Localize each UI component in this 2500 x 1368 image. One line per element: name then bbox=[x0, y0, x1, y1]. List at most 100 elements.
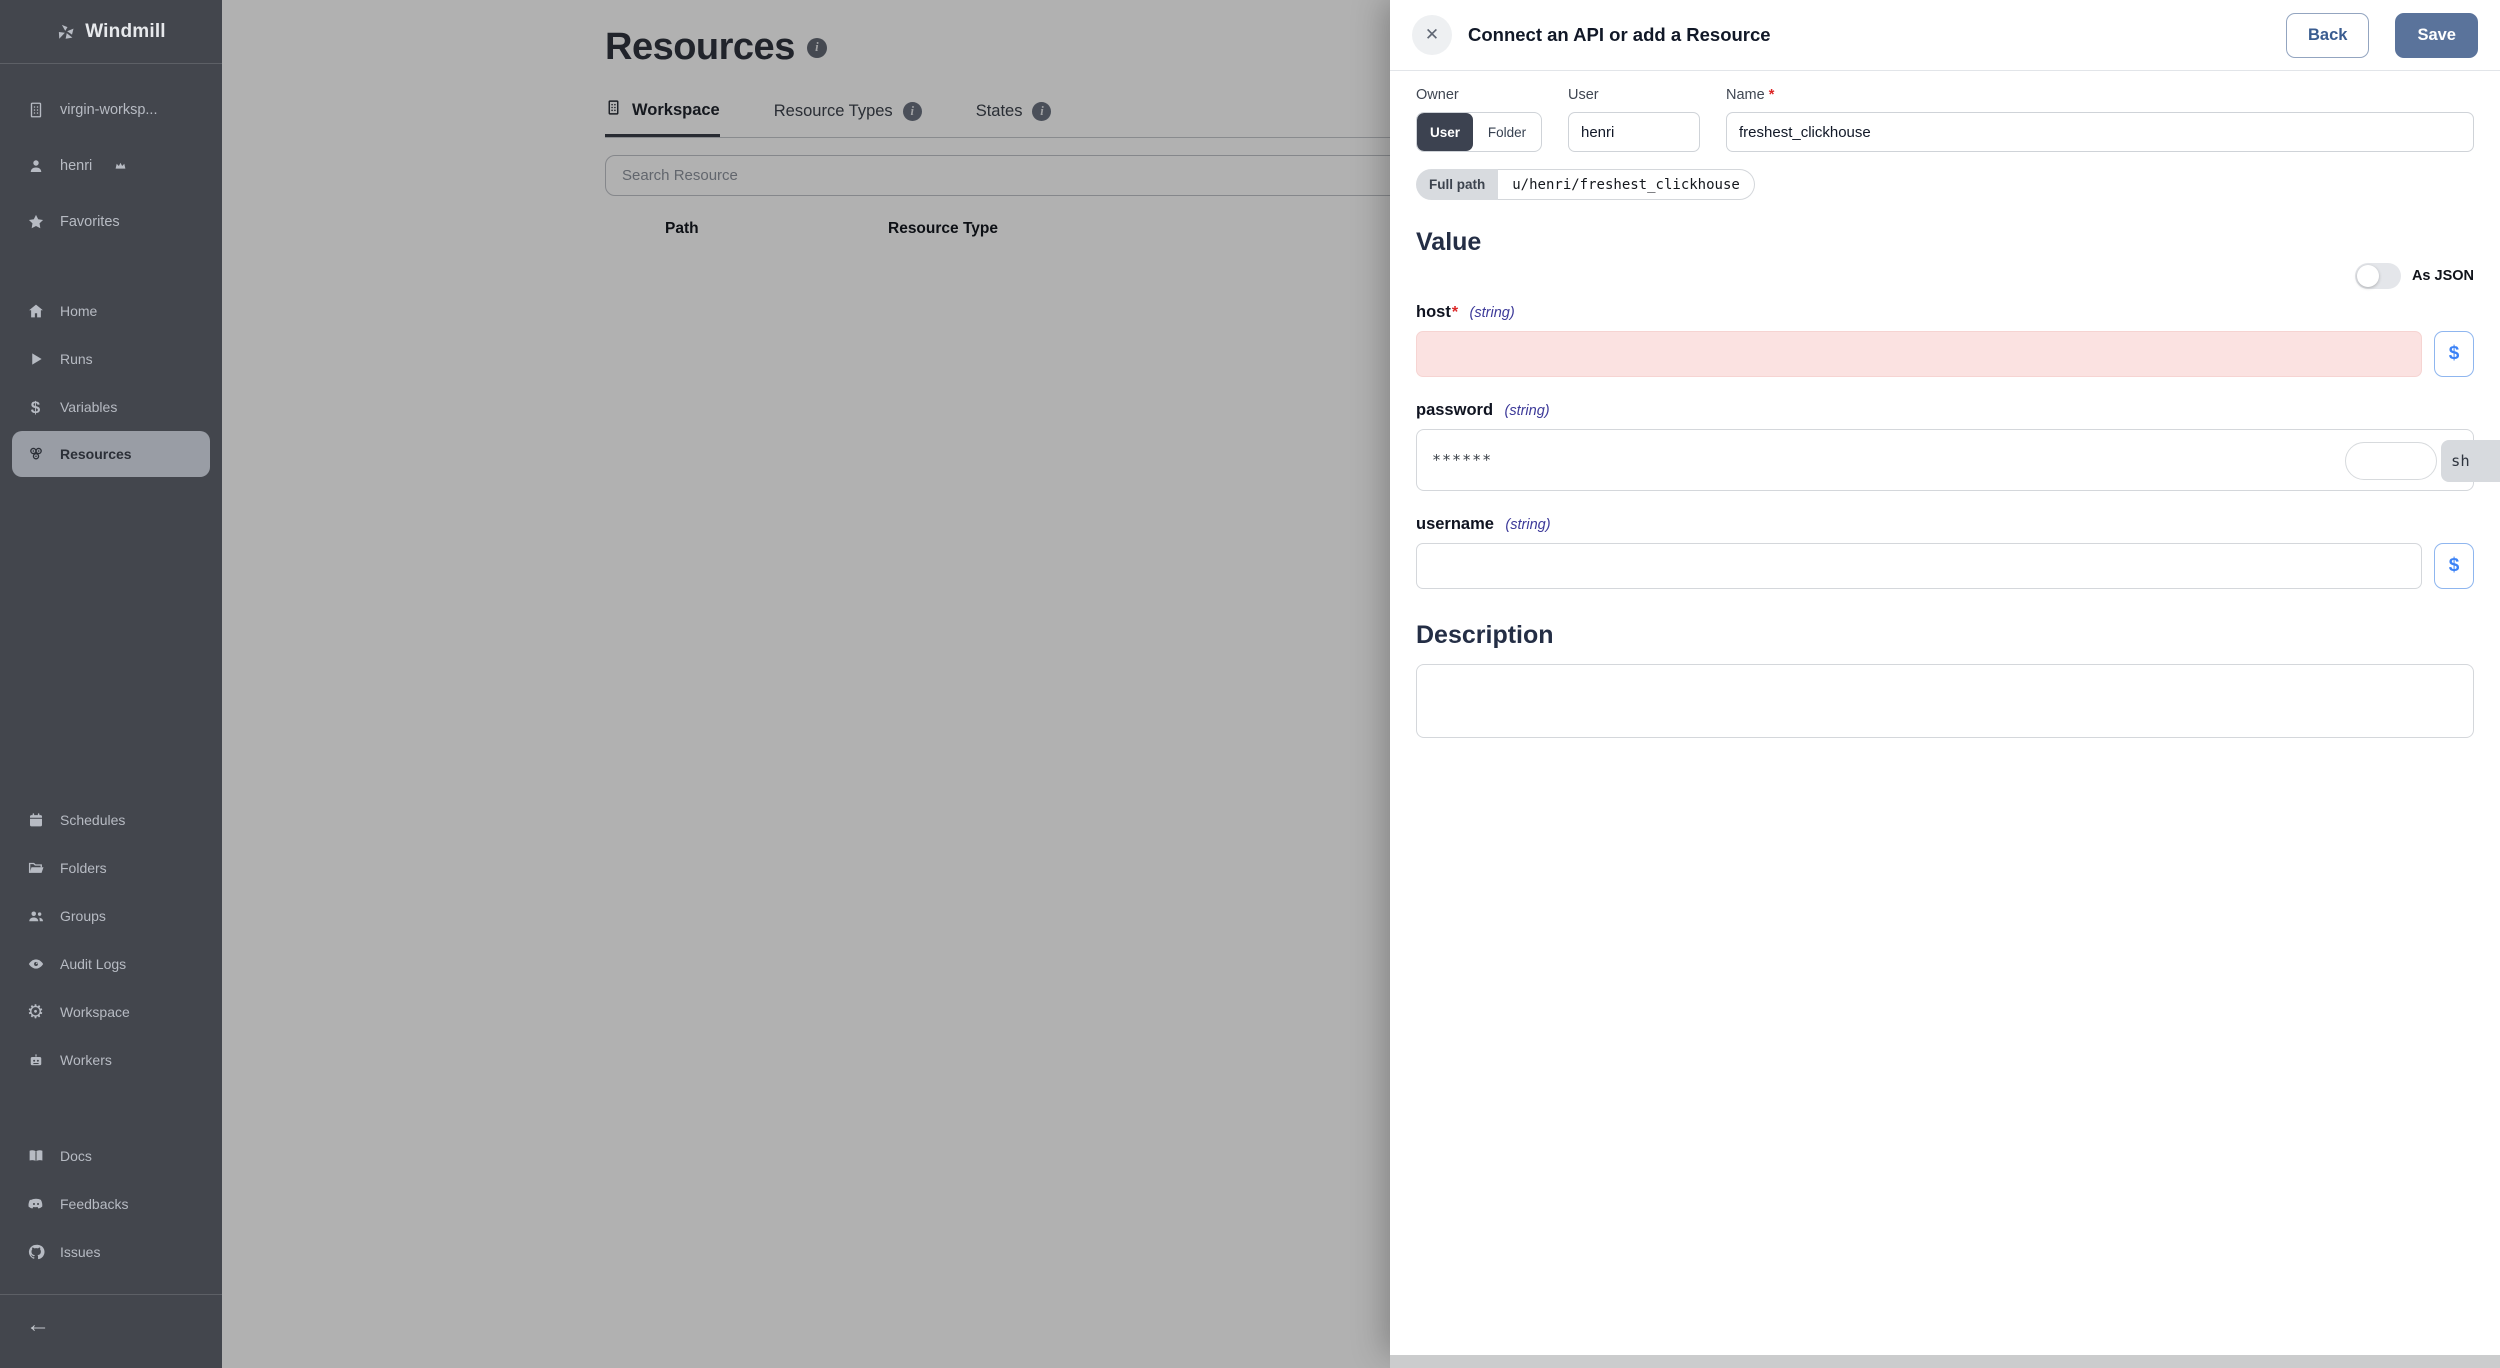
sidebar-item-favorites[interactable]: Favorites bbox=[0, 194, 222, 250]
insert-variable-button[interactable]: $ bbox=[2434, 543, 2474, 589]
required-asterisk: * bbox=[1768, 87, 1775, 103]
sidebar-item-issues[interactable]: Issues bbox=[0, 1228, 222, 1276]
cubes-icon bbox=[26, 445, 45, 464]
host-label: host bbox=[1416, 303, 1451, 321]
robot-icon bbox=[26, 1051, 45, 1070]
password-field-block: password (string) ****** sh bbox=[1416, 401, 2500, 491]
sidebar-item-label: Docs bbox=[60, 1148, 92, 1164]
user-group: User bbox=[1568, 87, 1700, 152]
drawer-title: Connect an API or add a Resource bbox=[1468, 24, 1771, 45]
play-icon bbox=[26, 350, 45, 369]
github-icon bbox=[26, 1243, 45, 1262]
full-path-value: u/henri/freshest_clickhouse bbox=[1498, 169, 1755, 200]
password-show-button[interactable]: sh bbox=[2441, 440, 2500, 482]
book-icon bbox=[26, 1147, 45, 1166]
insert-variable-button[interactable]: $ bbox=[2434, 331, 2474, 377]
sidebar-item-groups[interactable]: Groups bbox=[0, 892, 222, 940]
sidebar-item-folders[interactable]: Folders bbox=[0, 844, 222, 892]
user-label: User bbox=[1568, 87, 1599, 103]
arrow-left-icon: ← bbox=[26, 1311, 50, 1338]
horizontal-scrollbar[interactable] bbox=[1390, 1355, 2500, 1368]
sidebar-item-label: Home bbox=[60, 303, 98, 319]
save-button[interactable]: Save bbox=[2395, 12, 2478, 58]
app-title: Windmill bbox=[85, 20, 166, 42]
sidebar-item-label: Resources bbox=[60, 446, 132, 462]
users-icon bbox=[26, 907, 45, 926]
password-label: password bbox=[1416, 401, 1494, 419]
back-button[interactable]: Back bbox=[2286, 12, 2370, 58]
drawer-header: ✕ Connect an API or add a Resource Back … bbox=[1390, 0, 2500, 71]
crown-icon bbox=[115, 162, 126, 169]
host-input[interactable] bbox=[1416, 331, 2422, 377]
discord-icon bbox=[26, 1195, 45, 1214]
sidebar: Windmill virgin-worksp... henri Favorite… bbox=[0, 0, 222, 1368]
windmill-pinwheel-icon bbox=[56, 22, 75, 41]
gear-icon: ⚙ bbox=[26, 1001, 45, 1023]
value-heading: Value bbox=[1416, 228, 1482, 256]
required-asterisk: * bbox=[1451, 304, 1459, 321]
workspace-switcher[interactable]: virgin-worksp... bbox=[0, 82, 222, 138]
sidebar-divider bbox=[0, 1294, 222, 1295]
sidebar-item-label: Schedules bbox=[60, 812, 126, 828]
owner-option-user[interactable]: User bbox=[1417, 113, 1473, 151]
password-type: (string) bbox=[1504, 403, 1550, 419]
owner-toggle: User Folder bbox=[1416, 112, 1542, 152]
sidebar-item-label: Folders bbox=[60, 860, 107, 876]
windmill-logo[interactable]: Windmill bbox=[0, 0, 222, 64]
home-icon bbox=[26, 302, 45, 321]
host-type: (string) bbox=[1469, 305, 1515, 321]
password-inner-input[interactable] bbox=[2345, 442, 2437, 480]
full-path: Full path u/henri/freshest_clickhouse bbox=[1416, 169, 1755, 200]
folder-icon bbox=[26, 859, 45, 878]
description-heading: Description bbox=[1416, 621, 1554, 649]
owner-label: Owner bbox=[1416, 87, 1459, 103]
host-field-block: host* (string) $ bbox=[1416, 303, 2474, 377]
favorites-label: Favorites bbox=[60, 214, 120, 230]
user-menu[interactable]: henri bbox=[0, 138, 222, 194]
sidebar-item-label: Issues bbox=[60, 1244, 101, 1260]
name-group: Name * bbox=[1726, 87, 2474, 152]
username-label: henri bbox=[60, 158, 93, 174]
eye-icon bbox=[26, 955, 45, 974]
star-icon bbox=[26, 213, 45, 232]
as-json-toggle[interactable] bbox=[2354, 263, 2401, 289]
sidebar-item-variables[interactable]: $ Variables bbox=[0, 383, 222, 431]
password-box: ****** sh bbox=[1416, 429, 2500, 491]
sidebar-item-audit-logs[interactable]: Audit Logs bbox=[0, 940, 222, 988]
building-icon bbox=[26, 101, 45, 120]
sidebar-item-workers[interactable]: Workers bbox=[0, 1036, 222, 1084]
sidebar-item-label: Runs bbox=[60, 351, 93, 367]
sidebar-item-home[interactable]: Home bbox=[0, 287, 222, 335]
sidebar-item-label: Groups bbox=[60, 908, 106, 924]
username-input[interactable] bbox=[1416, 543, 2422, 589]
calendar-icon bbox=[26, 811, 45, 830]
sidebar-item-feedbacks[interactable]: Feedbacks bbox=[0, 1180, 222, 1228]
as-json-label: As JSON bbox=[2411, 268, 2474, 284]
sidebar-item-docs[interactable]: Docs bbox=[0, 1132, 222, 1180]
username-type: (string) bbox=[1505, 517, 1551, 533]
sidebar-item-resources[interactable]: Resources bbox=[12, 431, 210, 477]
password-masked-value: ****** bbox=[1432, 451, 1493, 469]
name-field[interactable] bbox=[1726, 112, 2474, 152]
sidebar-item-label: Variables bbox=[60, 399, 118, 415]
sidebar-item-schedules[interactable]: Schedules bbox=[0, 796, 222, 844]
name-label: Name * bbox=[1726, 87, 1775, 103]
sidebar-item-label: Audit Logs bbox=[60, 956, 127, 972]
sidebar-item-runs[interactable]: Runs bbox=[0, 335, 222, 383]
close-icon[interactable]: ✕ bbox=[1412, 15, 1452, 55]
workspace-name: virgin-worksp... bbox=[60, 102, 158, 118]
person-icon bbox=[26, 157, 45, 176]
description-textarea[interactable] bbox=[1416, 664, 2474, 738]
sidebar-item-label: Workers bbox=[60, 1052, 112, 1068]
windmill-app: Windmill virgin-worksp... henri Favorite… bbox=[0, 0, 2500, 1368]
owner-option-folder[interactable]: Folder bbox=[1473, 113, 1541, 151]
connect-api-drawer: ✕ Connect an API or add a Resource Back … bbox=[1390, 0, 2500, 1355]
collapse-sidebar-button[interactable]: ← bbox=[0, 1311, 222, 1339]
user-field[interactable] bbox=[1568, 112, 1700, 152]
sidebar-item-label: Feedbacks bbox=[60, 1196, 129, 1212]
sidebar-item-workspace-settings[interactable]: ⚙ Workspace bbox=[0, 988, 222, 1036]
owner-group: Owner User Folder bbox=[1416, 87, 1542, 152]
toggle-knob bbox=[2356, 265, 2379, 287]
username-field-block: username (string) $ bbox=[1416, 515, 2474, 589]
username-label: username bbox=[1416, 515, 1494, 533]
